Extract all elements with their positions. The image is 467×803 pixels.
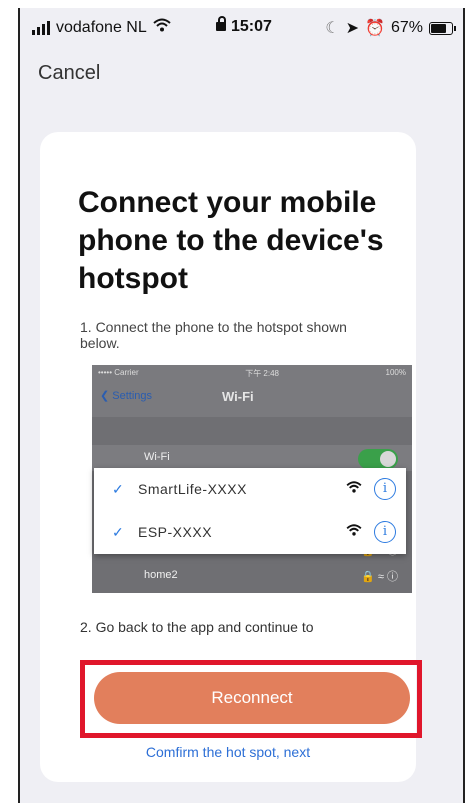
moon-icon: ☾ bbox=[325, 20, 340, 37]
wifi-icon bbox=[346, 523, 362, 539]
lock-wifi-info-icon: 🔒 ≈ ⓘ bbox=[361, 571, 398, 583]
wifi-icon bbox=[153, 18, 171, 37]
wifi-icon bbox=[346, 480, 362, 496]
reconnect-button[interactable]: Reconnect bbox=[94, 672, 410, 724]
status-time: 15:07 bbox=[231, 18, 272, 35]
page-title: Connect your mobile phone to the device'… bbox=[78, 186, 384, 295]
illustration-back-link: ❮ Settings bbox=[100, 390, 153, 402]
wifi-toggle bbox=[358, 449, 398, 469]
network-name: home2 bbox=[144, 569, 178, 581]
step-1-text: 1. Connect the phone to the hotspot show… bbox=[80, 319, 347, 351]
location-icon: ➤ bbox=[345, 20, 360, 37]
confirm-hotspot-link[interactable]: Comfirm the hot spot, next bbox=[40, 744, 416, 760]
illustration-battery: 100% bbox=[385, 368, 406, 377]
status-bar: vodafone NL 15:07 ☾ ➤ ⏰ 67% bbox=[20, 8, 463, 44]
info-icon: i bbox=[374, 521, 396, 543]
check-icon: ✓ bbox=[112, 481, 124, 497]
battery-percent: 67% bbox=[390, 19, 423, 36]
cancel-button[interactable]: Cancel bbox=[38, 62, 100, 85]
signal-icon bbox=[32, 20, 50, 35]
list-item: ✓ ESP-XXXX i bbox=[94, 511, 406, 554]
illustration-time: 下午 2:48 bbox=[245, 369, 279, 378]
check-icon: ✓ bbox=[112, 524, 124, 540]
lock-icon bbox=[216, 15, 226, 31]
network-name: SmartLife-XXXX bbox=[138, 481, 247, 497]
hotspot-network-list: ✓ SmartLife-XXXX i ✓ ESP-XXXX i bbox=[94, 468, 406, 554]
info-icon: i bbox=[374, 478, 396, 500]
illustration-wifi-label: Wi-Fi bbox=[144, 451, 170, 463]
illustration-title: Wi-Fi bbox=[222, 389, 254, 404]
carrier-name: vodafone NL bbox=[56, 18, 147, 36]
step-2-text: 2. Go back to the app and continue to bbox=[80, 619, 314, 635]
list-item: ✓ SmartLife-XXXX i bbox=[94, 468, 406, 511]
phone-screen: vodafone NL 15:07 ☾ ➤ ⏰ 67% Cancel Conne… bbox=[18, 8, 465, 803]
list-item: home2 🔒 ≈ ⓘ bbox=[92, 565, 412, 589]
instruction-card: Connect your mobile phone to the device'… bbox=[40, 132, 422, 782]
illustration-carrier: ••••• Carrier bbox=[98, 368, 139, 377]
battery-icon bbox=[429, 21, 456, 35]
alarm-icon: ⏰ bbox=[365, 20, 385, 37]
network-name: ESP-XXXX bbox=[138, 524, 213, 540]
